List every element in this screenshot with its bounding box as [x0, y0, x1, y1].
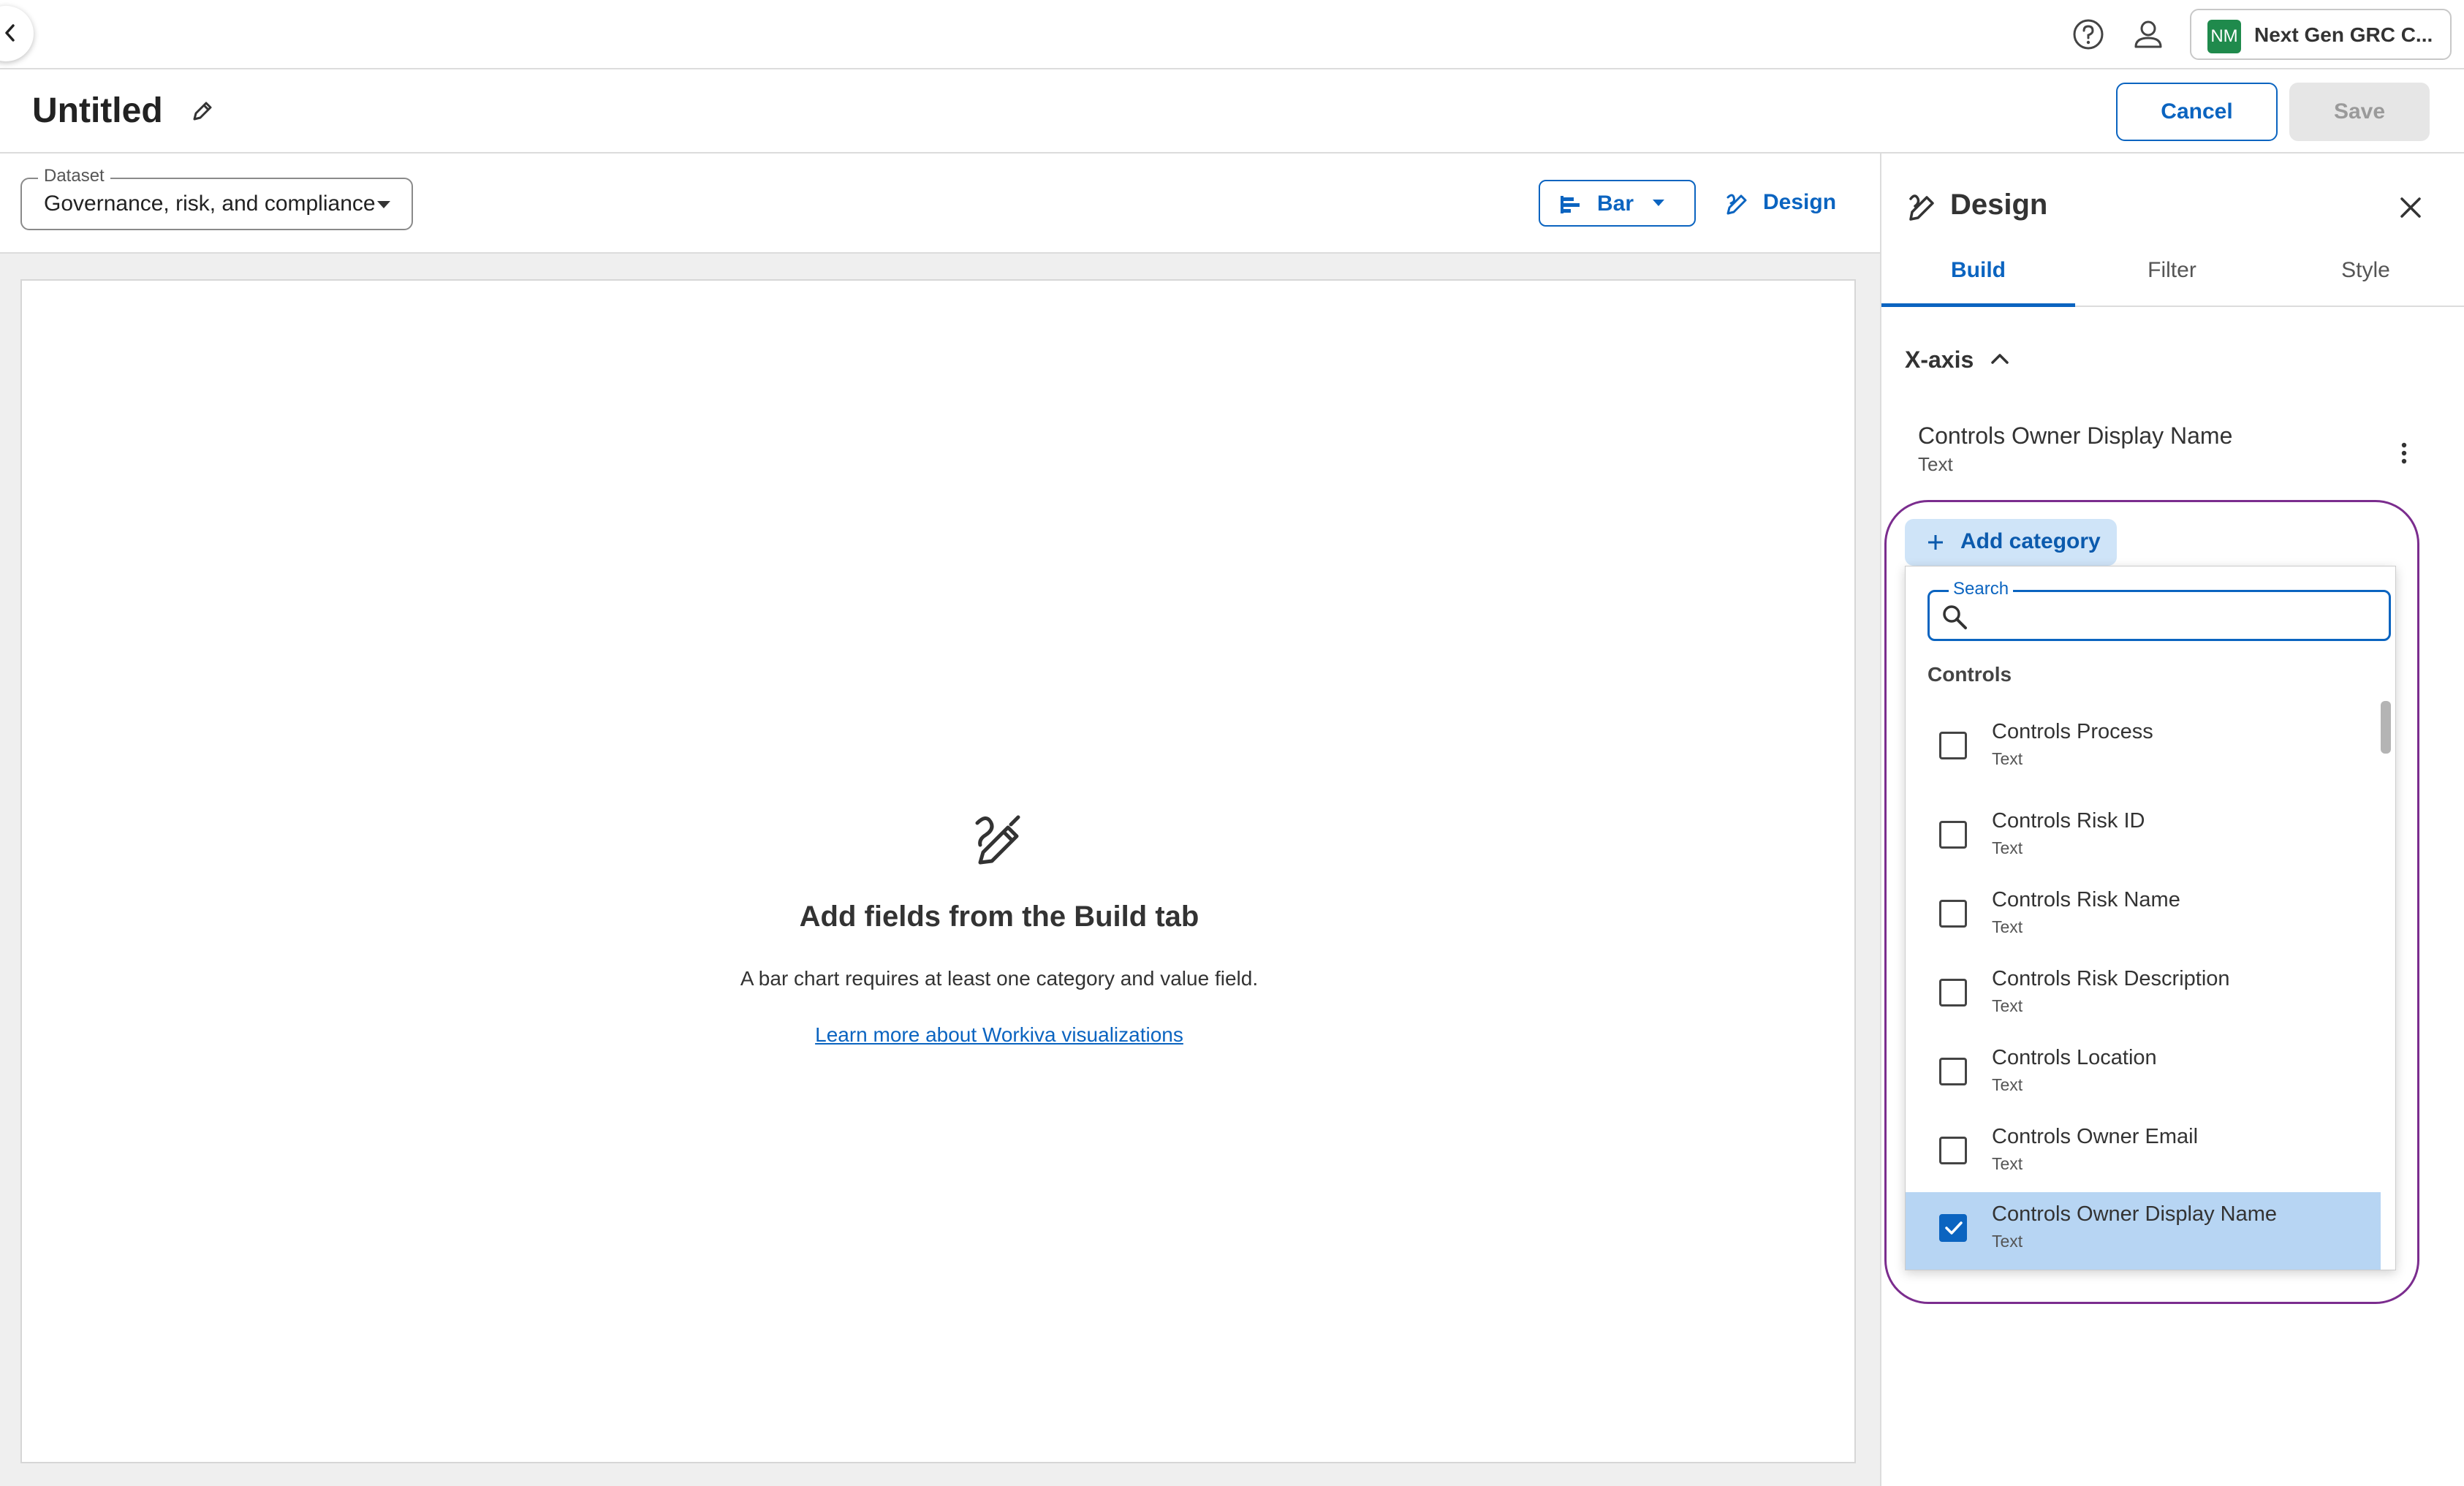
chart-type-button[interactable]: Bar: [1539, 180, 1696, 227]
list-item[interactable]: Controls Owner Email Text: [1906, 1115, 2381, 1194]
list-item-selected[interactable]: Controls Owner Display Name Text: [1906, 1192, 2381, 1270]
option-type: Text: [1992, 1232, 2023, 1251]
option-group-label: Controls: [1927, 663, 2012, 686]
user-icon[interactable]: [2131, 18, 2165, 51]
chart-type-label: Bar: [1597, 192, 1634, 216]
design-label: Design: [1763, 190, 1837, 214]
dataset-value: Governance, risk, and compliance: [44, 192, 376, 216]
xaxis-section-title[interactable]: X-axis: [1905, 346, 1974, 374]
dataset-label: Dataset: [38, 166, 110, 186]
category-dropdown: Search Controls Controls Process Text Co…: [1905, 566, 2396, 1270]
chevron-left-icon: [5, 24, 15, 42]
option-name: Controls Owner Email: [1992, 1125, 2199, 1148]
checkbox[interactable]: [1939, 979, 1967, 1007]
checkmark-icon: [1945, 1221, 1963, 1235]
org-name: Next Gen GRC C...: [2254, 23, 2433, 46]
xaxis-field-type: Text: [1918, 453, 1953, 475]
more-options-icon[interactable]: [2400, 441, 2408, 465]
caret-down-icon: [1653, 200, 1664, 206]
title-bar: Untitled Cancel Save: [0, 69, 2464, 153]
design-pencil-icon: [1909, 194, 1934, 221]
design-tabs: Build Filter Style: [1881, 249, 2464, 307]
bar-chart-icon: [1561, 196, 1580, 213]
checkbox[interactable]: [1939, 900, 1967, 928]
option-name: Controls Risk ID: [1992, 809, 2145, 833]
help-icon[interactable]: [2071, 18, 2105, 51]
option-name: Controls Risk Name: [1992, 888, 2180, 911]
chart-canvas: [20, 279, 1856, 1463]
add-category-button[interactable]: Add category: [1905, 519, 2117, 566]
checkbox[interactable]: [1939, 1058, 1967, 1085]
option-name: Controls Location: [1992, 1046, 2157, 1069]
option-name: Controls Owner Display Name: [1992, 1202, 2278, 1226]
design-panel-title: Design: [1950, 189, 2048, 221]
checkbox-checked[interactable]: [1939, 1214, 1967, 1242]
list-item[interactable]: Controls Risk Name Text: [1906, 878, 2381, 957]
option-type: Text: [1992, 1075, 2023, 1094]
option-type: Text: [1992, 838, 2023, 857]
option-name: Controls Process: [1992, 720, 2153, 743]
option-name: Controls Risk Description: [1992, 967, 2230, 990]
checkbox[interactable]: [1939, 1137, 1967, 1164]
design-pencil-icon: [975, 815, 1020, 865]
design-pencil-icon: [1726, 194, 1747, 215]
search-field[interactable]: Search: [1927, 579, 2391, 641]
checkbox[interactable]: [1939, 732, 1967, 759]
list-item[interactable]: Controls Process Text: [1906, 710, 2381, 789]
page-title: Untitled: [32, 91, 163, 130]
save-button[interactable]: Save: [2289, 83, 2430, 141]
scrollbar-thumb[interactable]: [2381, 701, 2391, 754]
learn-more-link[interactable]: Learn more about Workiva visualizations: [0, 1023, 1998, 1047]
org-avatar: NM: [2207, 20, 2241, 53]
search-icon: [1943, 605, 1967, 629]
option-type: Text: [1992, 996, 2023, 1015]
option-type: Text: [1992, 917, 2023, 936]
add-category-label: Add category: [1960, 529, 2101, 553]
list-item[interactable]: Controls Location Text: [1906, 1036, 2381, 1115]
search-label: Search: [1949, 579, 2014, 599]
option-type: Text: [1992, 1154, 2023, 1173]
checkbox[interactable]: [1939, 821, 1967, 849]
plus-icon: [1928, 535, 1943, 550]
option-type: Text: [1992, 749, 2023, 768]
search-input[interactable]: [1974, 599, 2383, 633]
empty-state-description: A bar chart requires at least one catego…: [740, 967, 1259, 990]
list-item[interactable]: Controls Risk ID Text: [1906, 799, 2381, 878]
xaxis-field-name: Controls Owner Display Name: [1918, 422, 2233, 449]
list-item[interactable]: Controls Risk Description Text: [1906, 957, 2381, 1036]
tab-style[interactable]: Style: [2269, 249, 2463, 307]
tab-filter[interactable]: Filter: [2075, 249, 2269, 307]
tab-build[interactable]: Build: [1881, 249, 2075, 307]
caret-down-icon: [377, 201, 390, 208]
pencil-icon[interactable]: [190, 99, 215, 124]
chevron-up-icon[interactable]: [1990, 351, 2010, 365]
empty-state-title: Add fields from the Build tab: [799, 901, 1199, 933]
org-switcher[interactable]: NM Next Gen GRC C...: [2190, 9, 2452, 60]
cancel-button[interactable]: Cancel: [2116, 83, 2278, 141]
close-icon[interactable]: [2397, 194, 2424, 221]
